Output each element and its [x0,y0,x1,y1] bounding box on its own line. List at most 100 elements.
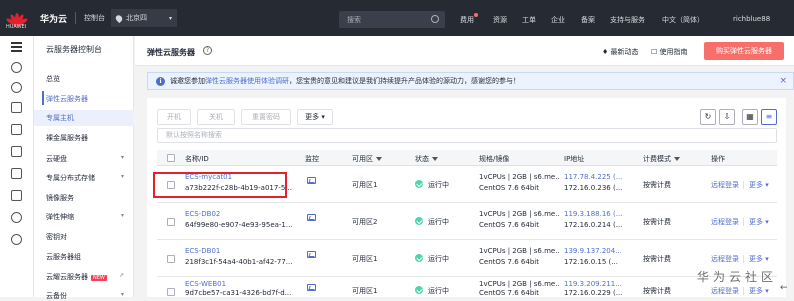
cloud-icon[interactable] [11,62,22,73]
server-id: 9d7cbe57-ca31-4326-bd7f-d... [185,289,292,297]
refresh-icon[interactable]: ↻ [700,109,716,125]
search-filter-input[interactable]: 默认按照名称搜索 [157,128,777,143]
sidebar-item-ecs[interactable]: 弹性云服务器 [46,94,132,104]
monitor-chart-icon[interactable] [307,284,316,291]
remote-login-link[interactable]: 远程登录 [711,254,739,264]
col-status[interactable]: 状态 [415,154,438,164]
more-ops-link[interactable]: 更多 ▾ [749,217,769,227]
monitor-chart-icon[interactable] [307,251,316,258]
monitor-chart-icon[interactable] [307,177,316,184]
private-ip: 172.16.0.15 (... [564,258,618,266]
sidebar-item-evs[interactable]: 云硬盘 ▾ [46,154,132,164]
brand-name[interactable]: 华为云 [40,12,67,25]
server-name-link[interactable]: ECS-DB02 [185,210,220,218]
nav-tickets[interactable]: 工单 [522,15,536,25]
monitor-chart-icon[interactable] [307,214,316,221]
group-icon[interactable] [11,102,22,113]
latest-news-link[interactable]: ♦ 最新动态 [602,47,639,57]
sidebar-item-bms[interactable]: 裸金属服务器 [46,133,132,143]
row-checkbox[interactable] [167,255,175,263]
remote-login-link[interactable]: 远程登录 [711,286,739,296]
remote-login-link[interactable]: 远程登录 [711,180,739,190]
status-text: 运行中 [428,287,449,295]
survey-link[interactable]: 弹性云服务器使用体验调研 [205,76,289,86]
sidebar-item-as[interactable]: 弹性伸缩 ▾ [46,212,132,222]
region-selector[interactable]: 北京四 ▾ [111,9,178,27]
status-text: 运行中 [428,255,449,263]
monitor-icon[interactable] [11,234,22,245]
more-actions-button[interactable]: 更多 ▾ [297,109,333,125]
search-icon[interactable] [431,15,439,23]
col-ip: IP地址 [564,155,585,163]
menu-icon[interactable] [11,42,22,53]
database-icon[interactable] [11,124,22,135]
sidebar-item-server-group[interactable]: 云服务器组 [46,252,132,262]
security-icon[interactable] [11,190,22,201]
help-icon[interactable]: ? [203,46,212,55]
image-text: CentOS 7.6 64bit [479,258,539,266]
chevron-down-icon: ▾ [169,14,173,22]
list-view-icon[interactable]: ≡ [761,109,777,125]
public-ip[interactable]: 117.78.4.225 (... [564,173,622,181]
server-id: 64f99e80-e907-4e93-95ea-1... [185,221,293,229]
sidebar-item-cbr[interactable]: 云备份 ▾ [46,291,132,301]
chevron-down-icon: ▾ [120,173,124,180]
sidebar-item-dedicated-host[interactable]: 专属主机 [34,110,134,126]
sidebar-item-hecs[interactable]: 云耀云服务器 NEW ↗ [46,272,132,282]
sidebar-item-overview[interactable]: 总览 [46,74,132,84]
table-row: ECS-WEB01 9d7cbe57-ca31-4326-bd7f-d... 可… [157,278,777,297]
nav-icp[interactable]: 备案 [581,15,595,25]
running-status-icon [415,217,423,225]
private-ip: 172.16.0.214 (... [564,221,623,229]
search-input[interactable]: 搜索 [339,11,445,28]
sidebar-item-ims[interactable]: 镜像服务 [46,193,132,203]
nav-support[interactable]: 支持与服务 [610,15,645,25]
col-az[interactable]: 可用区 [352,154,382,164]
buy-ecs-button[interactable]: 购买弹性云服务器 [704,42,784,60]
nav-fee[interactable]: 费用 [460,13,478,25]
huawei-logo[interactable]: HUAWEI [0,11,36,30]
private-ip: 172.16.0.229 (... [564,289,623,297]
row-checkbox[interactable] [167,288,175,296]
close-icon[interactable]: × [779,76,787,86]
server-icon[interactable] [11,146,22,157]
storage-icon[interactable] [11,168,22,179]
nav-enterprise[interactable]: 企业 [551,15,565,25]
remote-login-link[interactable]: 远程登录 [711,217,739,227]
more-ops-link[interactable]: 更多 ▾ [749,180,769,190]
highlight-box [153,172,287,198]
back-arrow-icon[interactable]: ← [780,283,788,293]
sidebar-item-dss[interactable]: 专属分布式存储 ▾ [46,173,132,183]
notice-prefix: 诚邀您参加 [170,77,205,85]
start-button[interactable]: 开机 [157,109,191,125]
settings-icon[interactable] [11,212,22,223]
grid-view-icon[interactable]: ▦ [742,109,758,125]
col-billing[interactable]: 计费模式 [643,154,680,164]
sidebar-item-keypair[interactable]: 密钥对 [46,232,132,242]
network-icon[interactable] [11,82,22,93]
select-all-checkbox[interactable] [167,154,175,162]
user-account[interactable]: richblue88 [733,15,770,23]
public-ip[interactable]: 139.9.137.204... [564,247,622,255]
export-icon[interactable]: ⇩ [719,109,735,125]
more-ops-link[interactable]: 更多 ▾ [749,254,769,264]
stop-button[interactable]: 关机 [197,109,235,125]
notice-suffix: ，您宝贵的意见和建议是我们持续提升产品体验的源动力，感谢您的参与！ [289,77,520,85]
filter-icon [376,157,382,161]
language-selector[interactable]: 中文（简体） [662,15,704,25]
public-ip[interactable]: 119.3.209.211... [564,280,622,288]
public-ip[interactable]: 119.3.188.16 (... [564,210,622,218]
server-name-link[interactable]: ECS-WEB01 [185,280,226,288]
reset-password-button[interactable]: 重置密码 [241,109,291,125]
console-link[interactable]: 控制台 [84,13,105,23]
availability-zone: 可用区1 [352,181,378,189]
filter-icon [432,157,438,161]
nav-resources[interactable]: 资源 [493,15,507,25]
server-name-link[interactable]: ECS-DB01 [185,247,220,255]
availability-zone: 可用区1 [352,287,378,295]
more-ops-link[interactable]: 更多 ▾ [749,286,769,296]
image-text: CentOS 7.6 64bit [479,184,539,192]
usage-guide-link[interactable]: ☐ 使用指南 [651,47,688,57]
row-checkbox[interactable] [167,218,175,226]
divider [743,287,744,295]
